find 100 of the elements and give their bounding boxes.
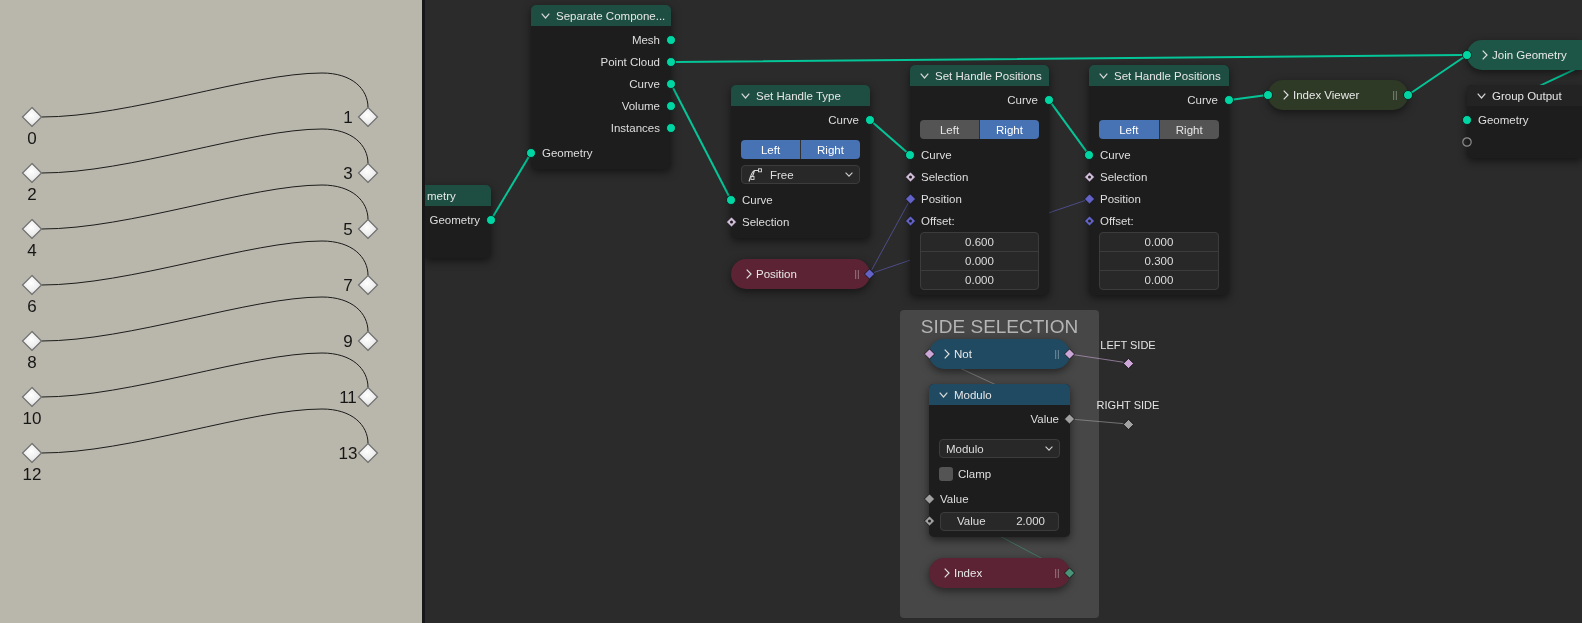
reroute-point-icon[interactable]: [1122, 357, 1134, 369]
number-field[interactable]: 0.000: [920, 270, 1039, 290]
diamond-socket-icon[interactable]: [905, 171, 916, 183]
dropdown-field[interactable]: Free: [741, 165, 860, 184]
socket-icon[interactable]: [666, 79, 676, 89]
collapsed-node[interactable]: Index Viewer: [1268, 80, 1408, 110]
collapsed-node[interactable]: Join Geometry: [1467, 40, 1582, 70]
number-field[interactable]: Value 2.000: [940, 511, 1059, 531]
socket-icon[interactable]: [905, 150, 915, 160]
socket-ring-icon[interactable]: [1462, 137, 1472, 147]
node-header[interactable]: Set Handle Positions: [910, 65, 1049, 86]
number-field[interactable]: 0.000: [1099, 270, 1219, 290]
socket-label: Geometry: [542, 147, 593, 159]
segment-button[interactable]: Left: [1099, 120, 1160, 139]
reroute-label: LEFT SIDE: [1100, 339, 1156, 352]
diamond-point-icon: [21, 218, 43, 240]
diamond-point-icon: [21, 330, 43, 352]
point-label: 8: [27, 353, 37, 372]
segment-button[interactable]: Right: [980, 120, 1039, 139]
socket-label: Offset:: [1100, 215, 1134, 227]
segment-button[interactable]: Left: [920, 120, 980, 139]
reroute-point-icon[interactable]: [1122, 418, 1134, 430]
socket-icon[interactable]: [1403, 90, 1413, 100]
diamond-socket-icon[interactable]: [1064, 348, 1075, 360]
dropdown-field[interactable]: Modulo: [939, 439, 1060, 458]
chevron-down-icon[interactable]: [920, 72, 929, 79]
socket-icon[interactable]: [1084, 150, 1094, 160]
point-label: 12: [22, 465, 42, 484]
diamond-point-icon: [21, 162, 43, 184]
chevron-down-icon[interactable]: [1477, 92, 1486, 99]
collapsed-node[interactable]: Position: [731, 259, 870, 289]
socket-icon[interactable]: [666, 123, 676, 133]
number-field[interactable]: 0.000: [1099, 232, 1219, 252]
segment-button[interactable]: Left: [741, 140, 801, 159]
socket-label: Selection: [921, 171, 969, 183]
diamond-socket-icon[interactable]: [1064, 567, 1075, 579]
chevron-right-icon[interactable]: [746, 269, 752, 279]
socket-icon[interactable]: [1263, 90, 1273, 100]
node-header[interactable]: Separate Compone...: [531, 5, 671, 26]
node-title: Set Handle Type: [756, 89, 841, 102]
node-header[interactable]: Set Handle Type: [731, 85, 870, 106]
diamond-socket-icon[interactable]: [924, 515, 935, 527]
chevron-down-icon[interactable]: [939, 391, 948, 398]
socket-label: Offset:: [921, 215, 955, 227]
socket-label: Position: [921, 193, 962, 205]
collapsed-node[interactable]: Not: [929, 339, 1070, 369]
chevron-right-icon[interactable]: [1283, 90, 1289, 100]
segment-button[interactable]: Right: [801, 140, 860, 159]
socket-icon[interactable]: [1224, 95, 1234, 105]
diamond-socket-icon[interactable]: [1084, 171, 1095, 183]
node-title: Index: [954, 567, 983, 579]
socket-label: Curve: [1007, 94, 1038, 106]
checkbox[interactable]: [939, 466, 953, 481]
socket-icon[interactable]: [726, 195, 736, 205]
chevron-right-icon[interactable]: [1482, 50, 1488, 60]
number-field[interactable]: 0.600: [920, 232, 1039, 252]
number-field[interactable]: 0.000: [920, 251, 1039, 271]
socket-label: Value: [1030, 413, 1059, 425]
diamond-socket-icon[interactable]: [1064, 413, 1075, 425]
node-header[interactable]: Modulo: [929, 384, 1070, 405]
socket-label: Curve: [921, 149, 952, 161]
point-label: 7: [343, 276, 353, 295]
point-label: 2: [27, 185, 37, 204]
socket-icon[interactable]: [1462, 50, 1472, 60]
collapsed-node[interactable]: Index: [929, 558, 1070, 588]
socket-icon[interactable]: [666, 35, 676, 45]
node-title: Join Geometry: [1492, 49, 1567, 61]
socket-label: Point Cloud: [600, 56, 660, 68]
diamond-point-icon: [357, 442, 379, 464]
socket-label: Geometry: [429, 214, 480, 226]
number-field[interactable]: 0.300: [1099, 251, 1219, 271]
socket-icon[interactable]: [486, 215, 496, 225]
double-bar-icon: [1393, 90, 1397, 100]
socket-icon[interactable]: [666, 57, 676, 67]
diamond-point-icon: [357, 330, 379, 352]
socket-icon[interactable]: [1044, 95, 1054, 105]
socket-icon[interactable]: [526, 148, 536, 158]
socket-label: Curve: [742, 194, 773, 206]
node-header[interactable]: metry: [425, 185, 491, 206]
segment-button[interactable]: Right: [1159, 120, 1219, 139]
point-label: 11: [339, 388, 357, 407]
point-label: 5: [343, 220, 353, 239]
socket-icon[interactable]: [1462, 115, 1472, 125]
diamond-socket-icon[interactable]: [726, 216, 737, 228]
node-header[interactable]: Group Output: [1467, 85, 1582, 106]
chevron-down-icon[interactable]: [1099, 72, 1108, 79]
diamond-socket-icon[interactable]: [924, 493, 935, 505]
chevron-down-icon[interactable]: [741, 92, 750, 99]
point-label: 4: [27, 241, 37, 260]
point-label: 3: [343, 164, 353, 183]
diamond-point-icon: [21, 386, 43, 408]
link-wire: [1073, 354, 1124, 363]
frame-title: SIDE SELECTION: [920, 315, 1079, 338]
chevron-right-icon[interactable]: [944, 568, 950, 578]
chevron-down-icon[interactable]: [541, 12, 550, 19]
diamond-socket-icon[interactable]: [924, 348, 935, 360]
chevron-right-icon[interactable]: [944, 349, 950, 359]
socket-icon[interactable]: [666, 101, 676, 111]
node-header[interactable]: Set Handle Positions: [1089, 65, 1229, 86]
socket-icon[interactable]: [865, 115, 875, 125]
